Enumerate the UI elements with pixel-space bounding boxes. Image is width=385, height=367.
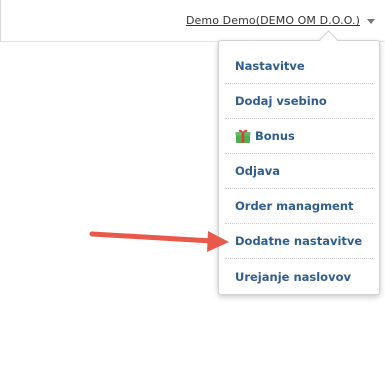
annotation-arrow-icon	[89, 231, 229, 252]
